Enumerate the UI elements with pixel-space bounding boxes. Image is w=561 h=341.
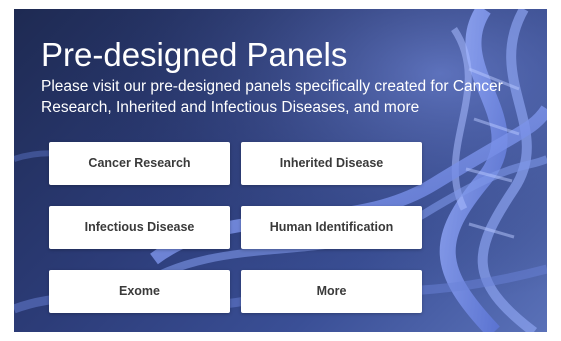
banner-content: Pre-designed Panels Please visit our pre… <box>14 9 547 332</box>
inherited-disease-button[interactable]: Inherited Disease <box>241 142 422 185</box>
infectious-disease-button[interactable]: Infectious Disease <box>49 206 230 249</box>
cancer-research-button[interactable]: Cancer Research <box>49 142 230 185</box>
banner-description: Please visit our pre-designed panels spe… <box>41 78 503 116</box>
exome-button[interactable]: Exome <box>49 270 230 313</box>
more-button[interactable]: More <box>241 270 422 313</box>
pre-designed-panels-banner: Pre-designed Panels Please visit our pre… <box>14 9 547 332</box>
human-identification-button[interactable]: Human Identification <box>241 206 422 249</box>
banner-title: Pre-designed Panels <box>41 36 348 73</box>
